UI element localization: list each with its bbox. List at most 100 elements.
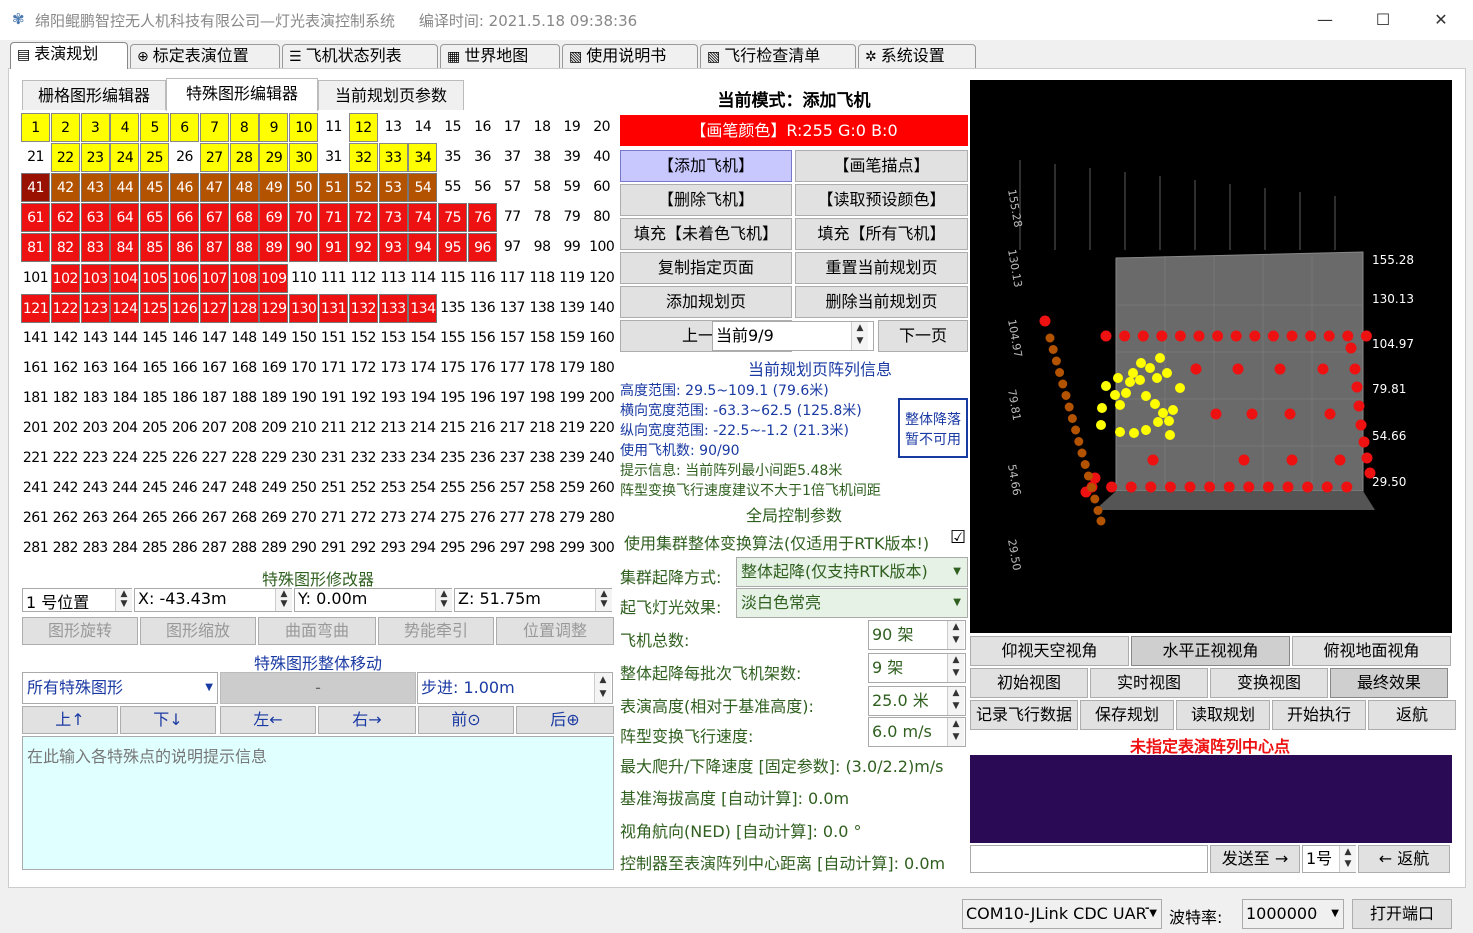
grid-cell[interactable]: 108 — [229, 263, 259, 293]
grid-cell[interactable]: 8 — [229, 113, 259, 142]
grid-cell[interactable]: 169 — [259, 354, 288, 383]
grid-cell[interactable]: 39 — [557, 143, 586, 172]
grid-cell[interactable]: 288 — [230, 534, 259, 563]
grid-cell[interactable]: 218 — [528, 414, 557, 443]
maximize-button[interactable]: ☐ — [1363, 6, 1403, 34]
grid-cell[interactable]: 103 — [80, 263, 110, 293]
grid-cell[interactable]: 223 — [81, 444, 110, 473]
grid-cell[interactable]: 34 — [408, 143, 438, 173]
tab-special-editor[interactable]: 特殊图形编辑器 — [166, 78, 318, 111]
z-field[interactable]: Z: 51.75m — [454, 588, 612, 612]
grid-cell[interactable]: 170 — [289, 354, 318, 383]
grid-cell[interactable]: 142 — [51, 324, 80, 353]
batch-spinner[interactable]: ▲ ▼ — [947, 654, 964, 682]
grid-cell[interactable]: 197 — [498, 384, 527, 413]
grid-cell[interactable]: 79 — [557, 203, 586, 232]
grid-cell[interactable]: 51 — [319, 173, 348, 203]
grid-cell[interactable]: 299 — [557, 534, 586, 563]
tab-page-params[interactable]: 当前规划页参数 — [318, 80, 464, 110]
grid-cell[interactable]: 291 — [319, 534, 348, 563]
grid-cell[interactable]: 99 — [557, 233, 586, 262]
step-field[interactable]: 步进: 1.00m — [417, 672, 613, 704]
grid-cell[interactable]: 179 — [557, 354, 586, 383]
grid-cell[interactable]: 93 — [378, 233, 408, 263]
grid-cell[interactable]: 182 — [51, 384, 80, 413]
grid-cell[interactable]: 101 — [21, 264, 50, 293]
target-spinner[interactable]: ▲ ▼ — [1339, 846, 1356, 872]
grid-cell[interactable]: 106 — [170, 263, 199, 293]
grid-cell[interactable]: 94 — [408, 233, 438, 263]
command-input[interactable] — [970, 845, 1208, 873]
grid-cell[interactable]: 26 — [170, 143, 199, 172]
grid-cell[interactable]: 222 — [51, 444, 80, 473]
grid-cell[interactable]: 187 — [200, 384, 229, 413]
grid-cell[interactable]: 16 — [468, 113, 497, 142]
grid-cell[interactable]: 211 — [319, 414, 348, 443]
grid-cell[interactable]: 129 — [259, 293, 289, 323]
show-height-spinner[interactable]: ▲ ▼ — [947, 687, 964, 715]
grid-cell[interactable]: 204 — [110, 414, 139, 443]
grid-cell[interactable]: 177 — [498, 354, 527, 383]
step-spinner[interactable]: ▲ ▼ — [594, 673, 611, 703]
grid-cell[interactable]: 30 — [289, 143, 319, 173]
angle-button-2[interactable]: 俯视地面视角 — [1292, 636, 1451, 666]
grid-cell[interactable]: 210 — [289, 414, 318, 443]
grid-cell[interactable]: 207 — [200, 414, 229, 443]
grid-cell[interactable]: 293 — [379, 534, 408, 563]
tab-main-5[interactable]: ▧ 飞行检查清单 — [700, 44, 856, 68]
mode-button-3-0[interactable]: 复制指定页面 — [620, 252, 792, 284]
grid-cell[interactable]: 274 — [408, 504, 437, 533]
move-forward-button[interactable]: 前⊙ — [418, 706, 514, 734]
tab-main-4[interactable]: ▧ 使用说明书 — [562, 44, 698, 68]
scale-shape-button[interactable]: 图形缩放 — [140, 617, 256, 645]
grid-cell[interactable]: 251 — [319, 474, 348, 503]
grid-cell[interactable]: 281 — [21, 534, 50, 563]
grid-cell[interactable]: 76 — [468, 203, 497, 233]
grid-cell[interactable]: 57 — [498, 173, 527, 202]
y-field[interactable]: Y: 0.00m — [294, 588, 452, 612]
action-button-3[interactable]: 开始执行 — [1272, 700, 1366, 730]
grid-cell[interactable]: 249 — [259, 474, 288, 503]
grid-cell[interactable]: 42 — [50, 173, 80, 203]
grid-cell[interactable]: 212 — [349, 414, 378, 443]
grid-cell[interactable]: 89 — [259, 233, 289, 263]
grid-cell[interactable]: 247 — [200, 474, 229, 503]
grid-cell[interactable]: 105 — [140, 263, 170, 293]
grid-cell[interactable]: 38 — [528, 143, 557, 172]
grid-cell[interactable]: 36 — [468, 143, 497, 172]
view-button-1[interactable]: 实时视图 — [1090, 668, 1208, 698]
x-field[interactable]: X: -43.43m — [134, 588, 292, 612]
grid-cell[interactable]: 175 — [438, 354, 467, 383]
grid-cell[interactable]: 242 — [51, 474, 80, 503]
grid-cell[interactable]: 237 — [498, 444, 527, 473]
grid-cell[interactable]: 286 — [170, 534, 199, 563]
grid-cell[interactable]: 80 — [587, 203, 616, 232]
y-spinner[interactable]: ▲ ▼ — [435, 589, 452, 611]
grid-cell[interactable]: 289 — [259, 534, 288, 563]
grid-cell[interactable]: 115 — [438, 264, 467, 293]
action-button-4[interactable]: 返航 — [1368, 700, 1456, 730]
grid-cell[interactable]: 272 — [349, 504, 378, 533]
angle-button-1[interactable]: 水平正视视角 — [1131, 636, 1290, 666]
baud-select[interactable]: 1000000 ▼ — [1242, 899, 1344, 929]
grid-cell[interactable]: 265 — [140, 504, 169, 533]
next-page-button[interactable]: 下一页 — [878, 320, 968, 352]
grid-cell[interactable]: 4 — [110, 113, 140, 142]
grid-cell[interactable]: 178 — [528, 354, 557, 383]
grid-cell[interactable]: 23 — [80, 143, 110, 173]
grid-cell[interactable]: 155 — [438, 324, 467, 353]
grid-cell[interactable]: 280 — [587, 504, 616, 533]
grid-cell[interactable]: 15 — [438, 113, 467, 142]
grid-cell[interactable]: 256 — [468, 474, 497, 503]
grid-cell[interactable]: 67 — [199, 203, 229, 233]
takeoff-mode-select[interactable]: 整体起降(仅支持RTK版本) ▼ — [736, 557, 968, 587]
grid-cell[interactable]: 116 — [468, 264, 497, 293]
grid-cell[interactable]: 220 — [587, 414, 616, 443]
grid-cell[interactable]: 257 — [498, 474, 527, 503]
grid-cell[interactable]: 276 — [468, 504, 497, 533]
grid-cell[interactable]: 270 — [289, 504, 318, 533]
grid-cell[interactable]: 91 — [319, 233, 348, 263]
grid-cell[interactable]: 84 — [110, 233, 140, 263]
grid-cell[interactable]: 152 — [349, 324, 378, 353]
grid-cell[interactable]: 298 — [528, 534, 557, 563]
